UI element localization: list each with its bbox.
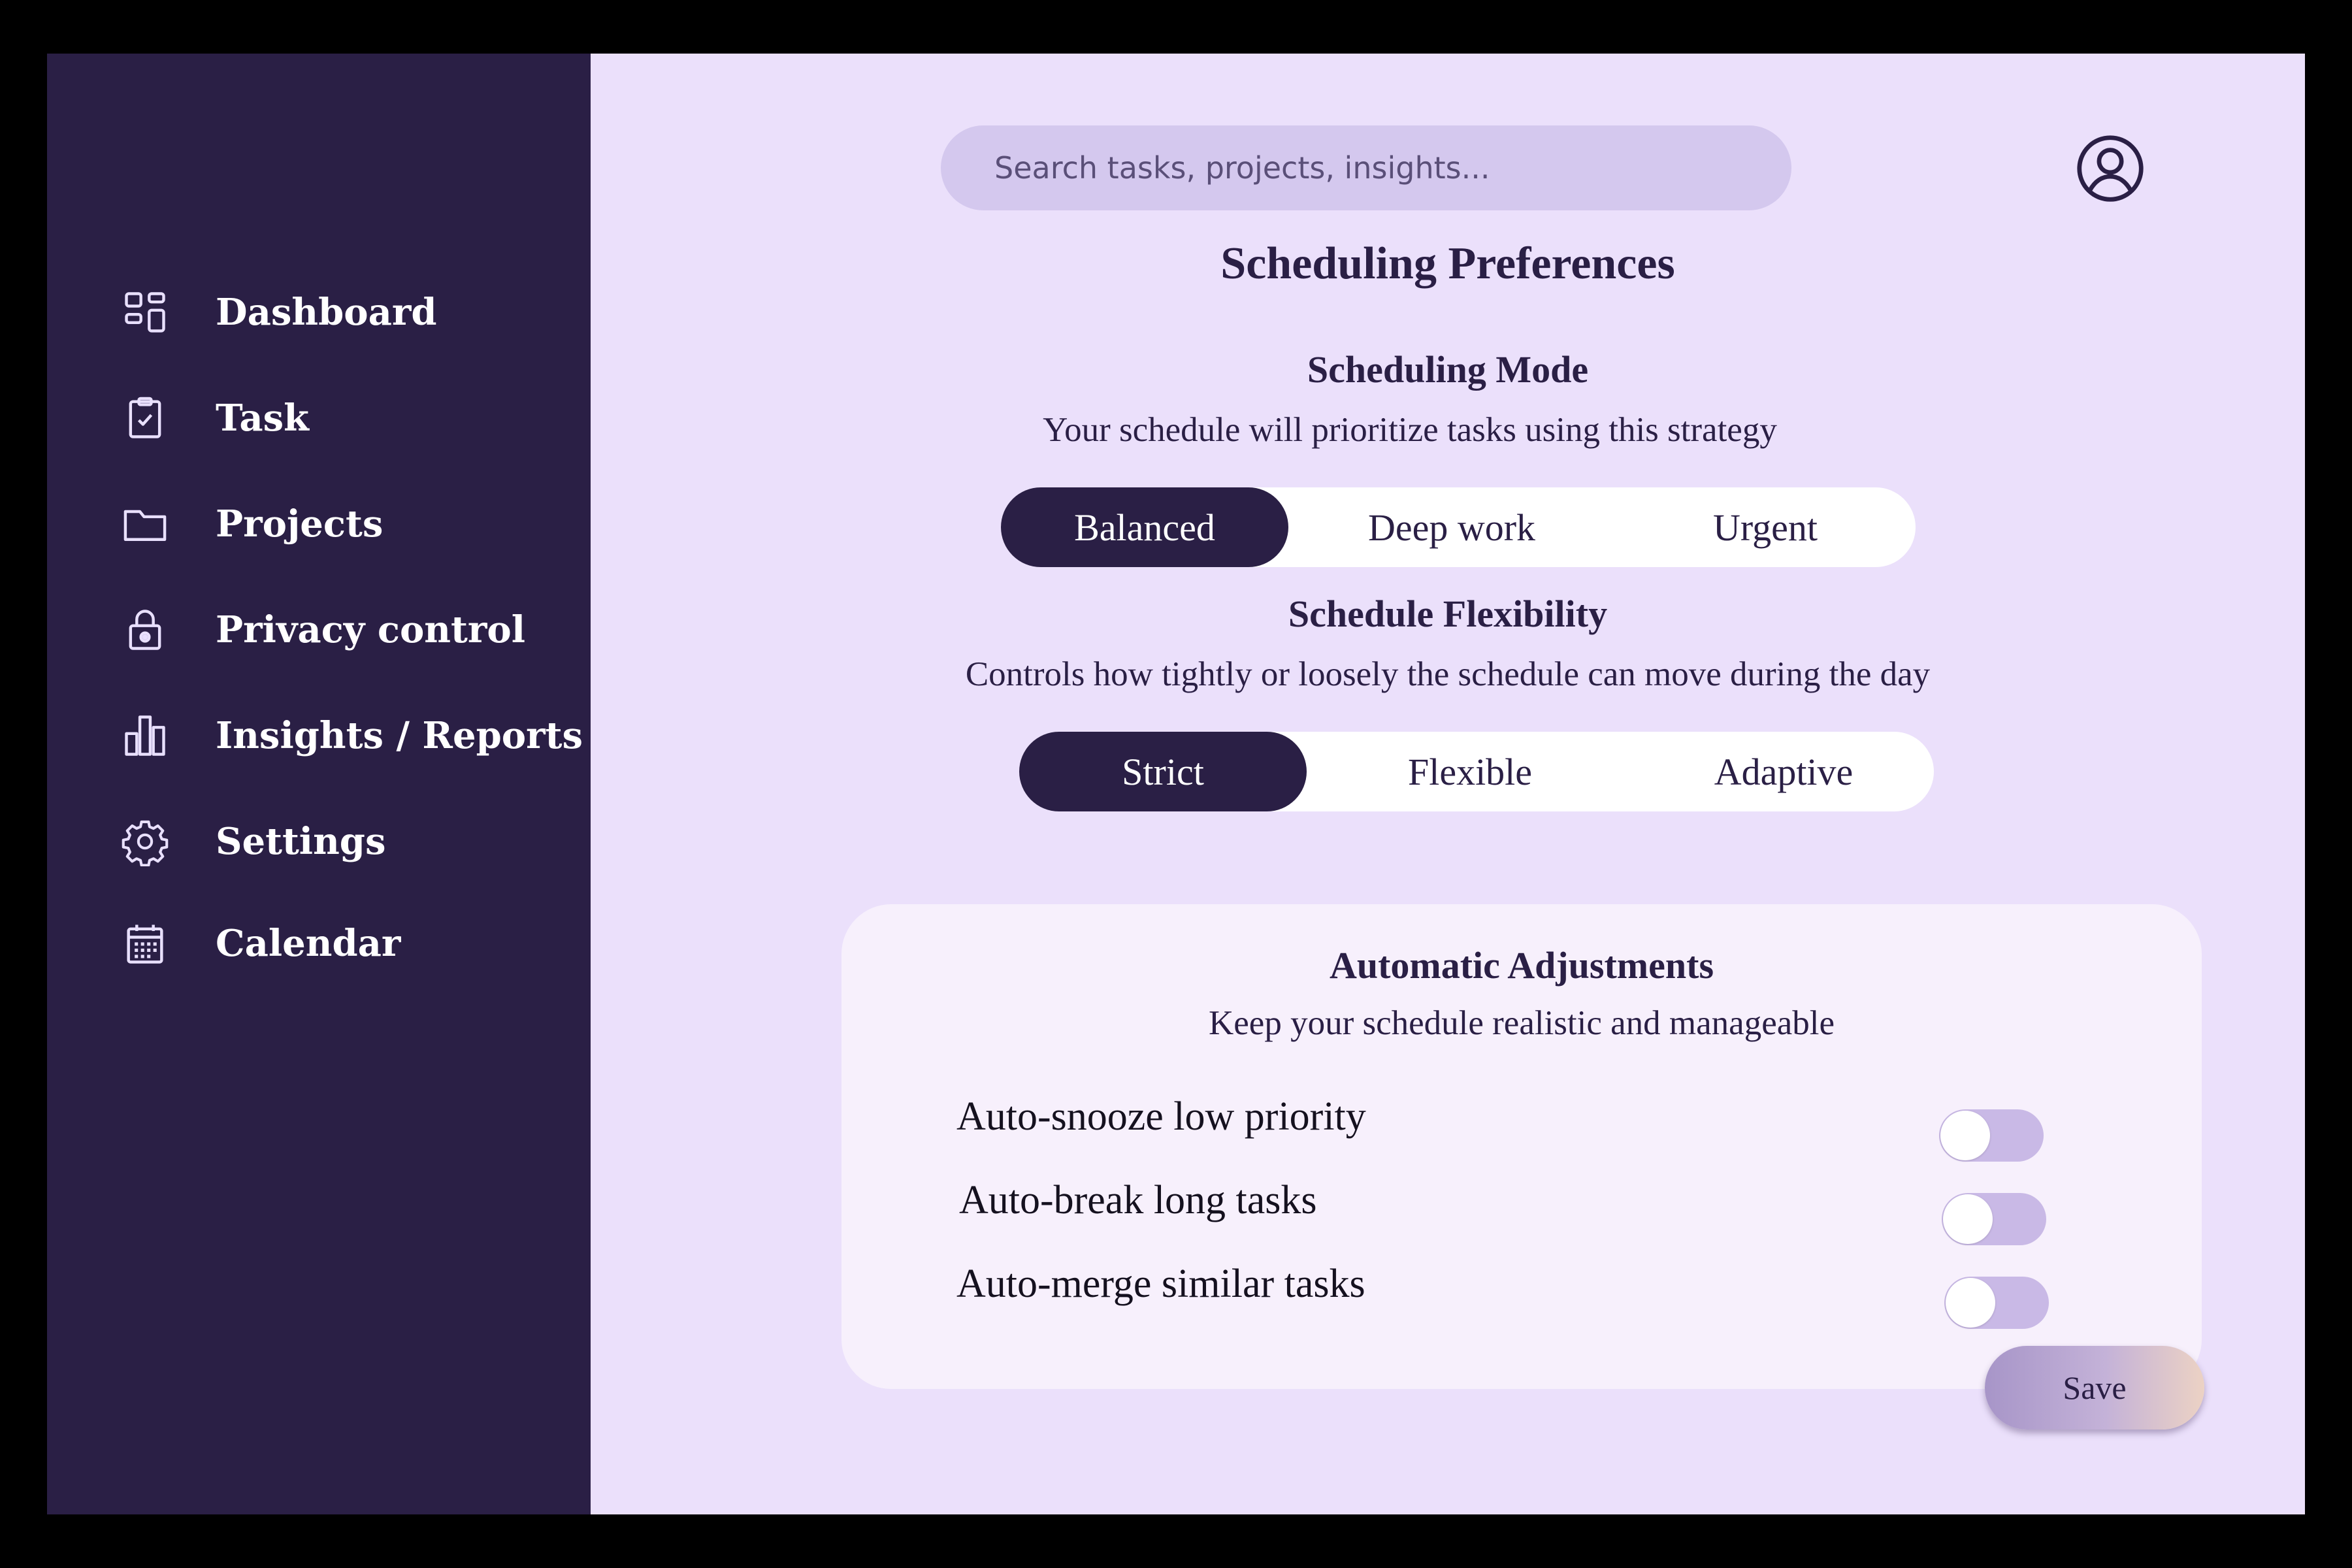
mode-option-deep-work[interactable]: Deep work xyxy=(1288,487,1615,567)
sidebar-item-label: Insights / Reports xyxy=(216,714,583,757)
automatic-adjustments-card: Automatic Adjustments Keep your schedule… xyxy=(841,904,2202,1389)
sidebar-item-projects[interactable]: Projects xyxy=(118,491,383,557)
sidebar-item-label: Settings xyxy=(216,820,386,863)
automatic-adjustments-description: Keep your schedule realistic and managea… xyxy=(1209,1004,1835,1042)
user-circle-icon[interactable] xyxy=(2075,133,2146,204)
sidebar-item-insights-reports[interactable]: Insights / Reports xyxy=(118,703,583,768)
toggle-auto-merge[interactable] xyxy=(1944,1277,2049,1329)
sidebar-item-label: Task xyxy=(216,397,309,440)
search-input[interactable] xyxy=(993,150,1747,186)
calendar-icon xyxy=(118,916,172,971)
page-title: Scheduling Preferences xyxy=(1220,238,1675,289)
toggle-label-auto-merge: Auto-merge similar tasks xyxy=(956,1262,1365,1306)
bar-chart-icon xyxy=(118,708,172,763)
toggle-label-auto-break: Auto-break long tasks xyxy=(959,1178,1317,1222)
schedule-flexibility-description: Controls how tightly or loosely the sche… xyxy=(965,655,1931,693)
flex-option-flexible[interactable]: Flexible xyxy=(1307,732,1633,811)
toggle-knob xyxy=(1943,1194,1993,1244)
lock-icon xyxy=(118,602,172,657)
automatic-adjustments-heading: Automatic Adjustments xyxy=(1329,944,1714,987)
toggle-label-auto-snooze: Auto-snooze low priority xyxy=(956,1094,1366,1139)
folder-icon xyxy=(118,497,172,551)
sidebar-item-dashboard[interactable]: Dashboard xyxy=(118,280,437,345)
scheduling-mode-selector: Balanced Deep work Urgent xyxy=(1001,487,1916,567)
gear-icon xyxy=(118,814,172,869)
flex-option-adaptive[interactable]: Adaptive xyxy=(1633,732,1934,811)
toggle-auto-snooze[interactable] xyxy=(1939,1109,2044,1162)
sidebar-item-calendar[interactable]: Calendar xyxy=(118,911,400,976)
scheduling-mode-heading: Scheduling Mode xyxy=(1307,348,1589,391)
dashboard-icon xyxy=(118,285,172,340)
toggle-knob xyxy=(1946,1278,1995,1328)
toggle-auto-break[interactable] xyxy=(1942,1193,2046,1245)
sidebar-item-settings[interactable]: Settings xyxy=(118,809,385,874)
sidebar-item-privacy-control[interactable]: Privacy control xyxy=(118,597,525,662)
mode-option-balanced[interactable]: Balanced xyxy=(1001,487,1288,567)
mode-option-urgent[interactable]: Urgent xyxy=(1615,487,1916,567)
sidebar: Dashboard Task Projects Privacy control … xyxy=(47,54,591,1514)
scheduling-mode-description: Your schedule will prioritize tasks usin… xyxy=(1043,411,1777,449)
toggle-knob xyxy=(1940,1111,1990,1160)
schedule-flexibility-heading: Schedule Flexibility xyxy=(1288,593,1608,635)
save-button[interactable]: Save xyxy=(1985,1346,2204,1429)
device-frame: Dashboard Task Projects Privacy control … xyxy=(0,0,2352,1568)
schedule-flexibility-selector: Strict Flexible Adaptive xyxy=(1019,732,1934,811)
search-bar xyxy=(941,125,1791,210)
app-screen: Dashboard Task Projects Privacy control … xyxy=(47,54,2305,1514)
sidebar-item-label: Projects xyxy=(216,502,384,546)
sidebar-item-task[interactable]: Task xyxy=(118,385,309,451)
sidebar-item-label: Calendar xyxy=(216,922,401,965)
sidebar-item-label: Dashboard xyxy=(216,291,437,334)
sidebar-item-label: Privacy control xyxy=(216,608,526,651)
task-icon xyxy=(118,391,172,446)
flex-option-strict[interactable]: Strict xyxy=(1019,732,1307,811)
